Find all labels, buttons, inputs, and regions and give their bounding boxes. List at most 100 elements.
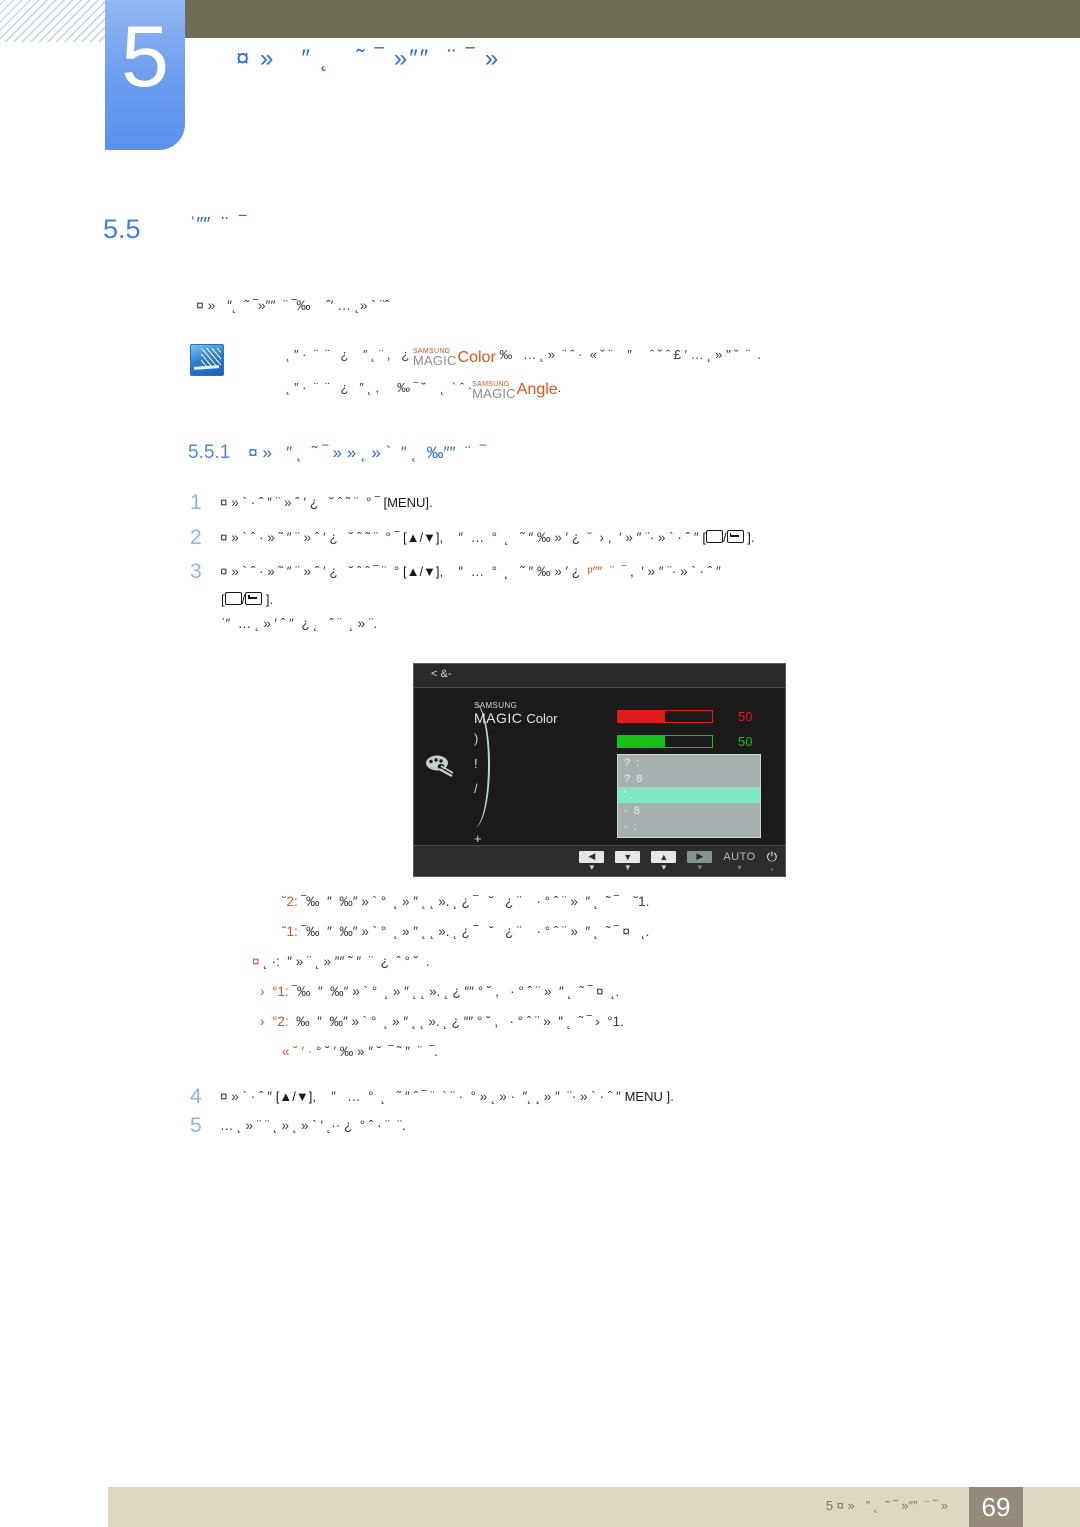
osd-menu-item-1[interactable]: ! — [474, 751, 482, 776]
osd-dropdown-row-1[interactable]: ? 8 — [618, 771, 760, 787]
osd-auto-button[interactable]: AUTO ▾ — [723, 851, 755, 872]
step-4-text-mid: , ″ … ° ˛ ˜ ″ ˆ ‾ ¨ ` ¨ · ° » ˛ » · ″˛ ¸… — [312, 1089, 625, 1104]
osd-body: SAMSUNG MAGIC Color ) ! / + 50 50 ? : ? 8 — [414, 688, 785, 846]
chapter-tab: 5 — [105, 0, 185, 150]
osd-dropdown-row-3[interactable]: - 8 — [618, 803, 760, 819]
subsection-heading: 5.5.1 ¤ » ″ ˛ ˜ ‾ » » ˛ » ` ″ ˛ ‰″″ ¨ ‾ — [188, 442, 486, 464]
step-2-number: 2 — [190, 526, 202, 549]
green-bar[interactable] — [617, 735, 713, 748]
bullet-3-lead: › °1: — [260, 984, 289, 999]
right-arrow-icon: ▶ — [687, 850, 713, 863]
updown-key-label: [▲/▼] — [402, 530, 440, 545]
red-bar-value: 50 — [738, 709, 753, 724]
bullet-item-4: › °2: ‰ ″ ‰″ » ` ° ˛ » ″ ˛ ˛ ». ˛ ¿ ″″ °… — [260, 1007, 649, 1037]
step-3-number: 3 — [190, 560, 202, 583]
osd-red-bar-row: 50 — [617, 709, 752, 724]
note-block: ˛ ″ · ¨ ¨ ¿ ″ ˛ ¨ , ¿ SAMSUNG MAGIC Color … — [190, 340, 950, 405]
bullet-item-5: « ˘ ′ · ° ˘ ′ ‰ » ″ ˘ ‾ ˜ ″ ¨ ‾. — [282, 1037, 649, 1067]
osd-menu-item-2[interactable]: / — [474, 776, 482, 801]
right-arrow-tick-icon: ▼ — [695, 862, 704, 872]
osd-menu-item-0[interactable]: ) — [474, 726, 482, 751]
osd-screenshot: < &- SAMSUNG MAGIC Color ) ! / + 50 50 ?… — [413, 663, 786, 877]
step-3-cont-body: [/ ]. — [221, 589, 273, 611]
bullet-2-lead: ¤ — [252, 954, 260, 969]
step-3-text-mid2: , ′ » ″ ¨· » ` · ˆ ″ — [626, 564, 721, 579]
bullet-item-3: › °1: ‾‰ ″ ‰″ » ` ° ˛ » ″ ˛ ˛ ». ˛ ¿ ″″ … — [260, 977, 649, 1007]
bullet-0-text: ‾‰ ″ ‰″ » ` ° ˛ » ″ ˛ ˛ ». ˛ ¿ ‾ ˘ ¿ ¨ ·… — [297, 894, 650, 909]
note-line-1-post: ‰ … ˛ » ¨ ˆ · « ˘ ¨ ″ ˆ ˘ ˆ £ ′ … ˛ » ″ … — [495, 347, 761, 362]
step-1-body: ¤ » ` · ˆ ″ ¨ » ˆ ′ ¿ ˘ ˆ ˜ ¨ ° ‾ [MENU]… — [220, 492, 433, 514]
step-1-text-pre: ¤ » ` · ˆ ″ ¨ » ˆ ′ ¿ ˘ ˆ ˜ ¨ ° ‾ — [220, 495, 384, 510]
step-4-body: ¤ » ` · ˆ ″ [▲/▼], ″ … ° ˛ ˜ ″ ˆ ‾ ¨ ` ¨… — [220, 1086, 674, 1108]
logo-word-color: Color — [457, 348, 496, 366]
step-2-text-mid: , ″ … ° ˛ ˜ ″ ‰ » ′ ¿ — [439, 530, 588, 545]
footer-text: 5 ¤ » ″ ˛ ˜ ‾ »″″ ¨ ‾ » — [825, 1498, 948, 1513]
osd-down-arrow-button[interactable]: ▼ ▼ — [615, 850, 641, 872]
palette-icon — [426, 755, 454, 777]
step-3-extra-text: ˈ″ … ˛ » ′ ˆ ″ ¿ ˛ ˆ ¨ ˛ » ¨. — [221, 616, 378, 631]
header-band — [185, 0, 1080, 38]
square-key-icon-2 — [224, 592, 242, 605]
note-lines: ˛ ″ · ¨ ¨ ¿ ″ ˛ ¨ , ¿ SAMSUNG MAGIC Color … — [286, 340, 950, 405]
subsection-number: 5.5.1 — [188, 442, 231, 463]
step-1-number: 1 — [190, 491, 202, 514]
step-1-text-post: . — [428, 495, 433, 510]
step-2-text-pre: ¤ » ` ˆ · » ˜ ″ ¨ » ˆ ′ ¿ ˘ ˆ ˜ ¨ ° ‾ — [220, 530, 403, 545]
osd-logo-magic: MAGIC — [474, 710, 523, 726]
updown-key-label-2: [▲/▼] — [402, 564, 440, 579]
power-icon: ⏻ — [766, 848, 777, 864]
osd-green-bar-row: 50 — [617, 734, 752, 749]
left-arrow-icon: ◀ — [579, 850, 605, 863]
step-4-text-pre: ¤ » ` · ˆ ″ — [220, 1089, 276, 1104]
step-3-highlight: ᵖ″″ ¨ ‾ — [587, 564, 627, 579]
note-line-1-pre: ˛ ″ · ¨ ¨ ¿ ″ ˛ ¨ , ¿ — [286, 347, 413, 362]
note-line-1: ˛ ″ · ¨ ¨ ¿ ″ ˛ ¨ , ¿ SAMSUNG MAGIC Color … — [286, 340, 950, 373]
step-2-body: ¤ » ` ˆ · » ˜ ″ ¨ » ˆ ′ ¿ ˘ ˆ ˜ ¨ ° ‾ [▲… — [220, 527, 755, 549]
osd-samsung-magic-color-logo: SAMSUNG MAGIC Color — [474, 702, 557, 728]
osd-right-arrow-button[interactable]: ▶ ▼ — [687, 850, 713, 872]
osd-logo-samsung: SAMSUNG — [474, 701, 518, 710]
bullet-1-text: ‾‰ ″ ‰″ » ` ° ˛ » ″ ˛ ˛ ». ˛ ¿ ‾ ˘ ¿ ¨ ·… — [297, 924, 650, 939]
osd-up-arrow-button[interactable]: ▲ ▼ — [651, 850, 677, 872]
step-4: 4 ¤ » ` · ˆ ″ [▲/▼], ″ … ° ˛ ˜ ″ ˆ ‾ ¨ `… — [190, 1086, 674, 1108]
step-3-text-post: . — [269, 592, 274, 607]
page-number: 69 — [969, 1487, 1023, 1527]
osd-menu-items: ) ! / + — [474, 726, 482, 851]
osd-dropdown[interactable]: ? : ? 8 ' - 8 - : — [617, 754, 761, 838]
bullet-5-text: ° ˘ ′ ‰ » ″ ˘ ‾ ˜ ″ ¨ ‾. — [312, 1044, 438, 1059]
left-arrow-tick-icon: ▼ — [587, 862, 596, 872]
osd-logo-word: Color — [526, 711, 558, 726]
logo-magic-text-2: MAGIC — [472, 385, 516, 401]
osd-titlebar: < &- — [414, 664, 785, 688]
osd-left-arrow-button[interactable]: ◀ ▼ — [579, 850, 605, 872]
up-arrow-icon: ▲ — [651, 850, 677, 863]
samsung-magic-color-logo: SAMSUNG MAGIC Color — [413, 342, 496, 373]
logo-magic-text: MAGIC — [412, 353, 457, 369]
bullet-item-0: ˘2: ‾‰ ″ ‰″ » ` ° ˛ » ″ ˛ ˛ ». ˛ ¿ ‾ ˘ ¿… — [282, 887, 649, 917]
step-3-body: ¤ » ` ˆ · » ˜ ″ ¨ » ˆ ′ ¿ ˘ ˆ ˆ ‾ ¨ ° [▲… — [220, 561, 721, 583]
enter-key-label-2: [/ ] — [221, 592, 270, 607]
logo-word-angle: Angle — [516, 381, 558, 399]
down-arrow-icon: ▼ — [615, 850, 641, 863]
section-number: 5.5 — [103, 214, 141, 244]
section-heading: 5.5 ˈ″″ ¨ ‾ — [103, 214, 246, 245]
osd-button-bar: ◀ ▼ ▼ ▼ ▲ ▼ ▶ ▼ AUTO ▾ ⏻ ▪ — [414, 845, 785, 876]
step-2-text-mid2: › , ′ » ″ ¨· » ` · ˆ ″ — [592, 530, 703, 545]
updown-key-label-3: [▲/▼] — [275, 1089, 313, 1104]
osd-power-button[interactable]: ⏻ ▪ — [767, 849, 777, 874]
step-1: 1 ¤ » ` · ˆ ″ ¨ » ˆ ′ ¿ ˘ ˆ ˜ ¨ ° ‾ [MEN… — [190, 492, 433, 514]
section-intro: ¤ » ″˛ ˜ ‾»″″ ¨ ‾‰ ˆ′ … ˛» ` ¨ˆ — [196, 297, 390, 313]
osd-dropdown-row-4[interactable]: - : — [618, 819, 760, 835]
samsung-magic-angle-logo: SAMSUNG MAGIC Angle — [472, 375, 558, 406]
up-arrow-tick-icon: ▼ — [659, 862, 668, 872]
menu-key-label-2: MENU ] — [624, 1089, 671, 1104]
step-4-number: 4 — [190, 1085, 202, 1108]
step-3: 3 ¤ » ` ˆ · » ˜ ″ ¨ » ˆ ′ ¿ ˘ ˆ ˆ ‾ ¨ ° … — [190, 561, 721, 583]
osd-dropdown-row-0[interactable]: ? : — [618, 755, 760, 771]
red-bar[interactable] — [617, 710, 713, 723]
chapter-title: ¤ » ″ ˛ ˜ ‾ »″″ ¨ ‾ » — [236, 45, 501, 72]
osd-menu-item-3[interactable]: + — [474, 826, 482, 851]
osd-dropdown-row-2-selected[interactable]: ' — [618, 787, 760, 803]
note-line-2-pre: ˛ ″ · ¨ ¨ ¿ ″ ˛ , ‰ ‾ ˘ ˛ ` ˆ · — [286, 379, 473, 395]
green-bar-value: 50 — [738, 734, 753, 749]
